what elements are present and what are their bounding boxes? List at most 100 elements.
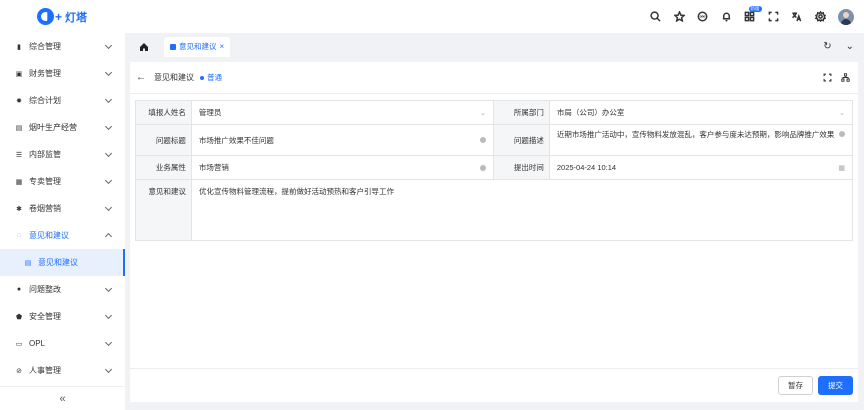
back-button[interactable]: ← [136,72,146,83]
sidebar-item-opl[interactable]: ▭ OPL [0,330,125,357]
shield-icon: ⬟ [15,313,23,321]
status-badge: 普通 [207,73,222,82]
submit-time-value: 2025-04-24 10:14 [556,163,617,172]
sidebar-item-label: 意见和建议 [38,258,78,267]
submit-time-picker[interactable]: 2025-04-24 10:14 ▦ [550,156,852,179]
sidebar-item-label: 安全管理 [29,312,61,321]
sidebar-item-monopoly[interactable]: ▦ 专卖管理 [0,168,125,195]
business-input[interactable]: 市场营销 [192,156,494,179]
avatar[interactable] [838,8,854,25]
clear-icon[interactable] [479,137,486,143]
settings-icon[interactable] [809,0,833,33]
sidebar-item-label: 卷烟营销 [29,204,61,213]
issue-title-input[interactable]: 市场推广效果不佳问题 [192,125,494,155]
reporter-field[interactable]: 管理员 ⌄ [192,101,494,124]
tab-label: 意见和建议 [179,42,217,51]
close-icon[interactable]: × [220,42,225,51]
form-footer: 暂存 提交 [130,368,858,402]
business-label: 业务属性 [136,156,192,179]
chevron-down-icon: ⌄ [839,109,845,117]
bell-icon[interactable] [715,0,739,33]
dept-select[interactable]: 市局（公司）办公室 ⌄ [550,101,852,124]
list-icon: ☰ [15,151,23,159]
clear-icon[interactable] [480,164,486,171]
sidebar-item-label: 烟叶生产经营 [29,123,77,132]
refresh-icon[interactable]: ↻ [823,41,831,52]
sidebar-item-label: 综合管理 [29,42,61,51]
sidebar-item-plan[interactable]: ✹ 综合计划 [0,87,125,114]
sidebar-item-cigarette-marketing[interactable]: ✱ 卷烟营销 [0,195,125,222]
chevron-down-icon [104,176,113,185]
sidebar-item-label: 专卖管理 [29,177,61,186]
header-actions [814,72,850,82]
sidebar-subitem-suggestions[interactable]: ▤ 意见和建议 [0,249,125,276]
chevron-down-icon [104,68,113,77]
page-title: 意见和建议 [154,73,194,82]
sidebar-collapse-button[interactable]: « [0,386,125,410]
top-header: + 灯塔 新版 [0,0,864,33]
issue-desc-value: 近期市场推广活动中，宣传物料发放混乱，客户参与度未达预期，影响品牌推广效果 [556,130,835,139]
star-icon[interactable] [668,0,692,33]
tab-actions: ↻ ⌄ [809,33,854,60]
submit-button[interactable]: 提交 [818,376,853,395]
form-row: 意见和建议 优化宣传物料管理流程，提前做好活动预热和客户引导工作 [136,180,852,240]
fullscreen-icon[interactable] [762,0,786,33]
status-dot-icon [200,75,204,80]
sidebar-item-tobacco-production[interactable]: ▤ 烟叶生产经营 [0,114,125,141]
business-value: 市场营销 [198,163,229,172]
sidebar-item-rectification[interactable]: ● 问题整改 [0,276,125,303]
form-row: 业务属性 市场营销 提出时间 2025-04-24 10:14 ▦ [136,156,852,180]
workflow-icon[interactable] [840,72,850,82]
sun-icon: ✹ [16,97,22,105]
issue-title-label: 问题标题 [136,125,192,155]
page-header: ← 意见和建议 普通 [130,62,858,94]
home-icon[interactable] [138,41,150,53]
link-icon: ⊘ [16,367,22,375]
form-row: 问题标题 市场推广效果不佳问题 问题描述 近期市场推广活动中，宣传物料发放混乱，… [136,125,852,156]
sidebar: ▮ 综合管理 ▣ 财务管理 ✹ 综合计划 ▤ 烟叶生产经营 ☰ 内部监管 ▦ 专卖管理 ✱ 卷… [0,33,125,410]
sidebar-item-suggestions[interactable]: ◌ 意见和建议 [0,222,125,249]
chevron-down-icon [104,365,113,374]
sidebar-item-general-management[interactable]: ▮ 综合管理 [0,33,125,60]
sidebar-item-safety[interactable]: ⬟ 安全管理 [0,303,125,330]
suggestion-textarea[interactable]: 优化宣传物料管理流程，提前做好活动预热和客户引导工作 [192,180,852,240]
chevron-down-icon: ⌄ [480,109,486,117]
chevron-down-icon [104,95,113,104]
submit-time-label: 提出时间 [494,156,550,179]
sidebar-item-label: 综合计划 [29,96,61,105]
doc-icon [170,43,176,50]
translate-icon[interactable] [785,0,809,33]
calendar-icon: ▦ [838,164,845,172]
chat-icon: ◌ [16,232,22,239]
chevron-down-icon [104,122,113,131]
new-badge: 新版 [748,6,762,12]
search-icon[interactable] [644,0,668,33]
logo-icon [37,8,54,25]
message-icon[interactable] [691,0,715,33]
issue-title-value: 市场推广效果不佳问题 [198,135,274,145]
chevron-down-icon[interactable]: ⌄ [846,41,854,52]
calendar-icon: ▦ [15,178,23,186]
apps-icon[interactable]: 新版 [738,0,762,33]
sidebar-item-label: 人事管理 [29,366,61,375]
chevron-down-icon [104,311,113,320]
clear-icon[interactable] [839,131,846,137]
logo-plus-icon: + [55,9,63,24]
issue-desc-label: 问题描述 [493,125,550,155]
sidebar-item-label: 意见和建议 [29,231,69,240]
sidebar-item-label: OPL [29,339,46,348]
sidebar-item-hr[interactable]: ⊘ 人事管理 [0,357,125,384]
sidebar-item-internal-supervision[interactable]: ☰ 内部监管 [0,141,125,168]
issue-desc-input[interactable]: 近期市场推广活动中，宣传物料发放混乱，客户参与度未达预期，影响品牌推广效果 [550,125,852,155]
save-draft-button[interactable]: 暂存 [778,376,813,395]
fullscreen-icon[interactable] [822,72,832,82]
reporter-value: 管理员 [198,108,222,117]
tab-bar: 意见和建议 × ↻ ⌄ [130,33,864,60]
tab-suggestions[interactable]: 意见和建议 × [164,36,231,57]
form-card: ← 意见和建议 普通 填报人姓名 管理员 ⌄ 所属部门 市局（公司）办公室 ⌄ 问题… [130,62,858,402]
file-icon: ▭ [15,340,23,348]
app-logo[interactable]: + 灯塔 [37,8,87,25]
dept-label: 所属部门 [494,101,550,124]
sidebar-item-finance[interactable]: ▣ 财务管理 [0,60,125,87]
chevron-down-icon [104,284,113,293]
